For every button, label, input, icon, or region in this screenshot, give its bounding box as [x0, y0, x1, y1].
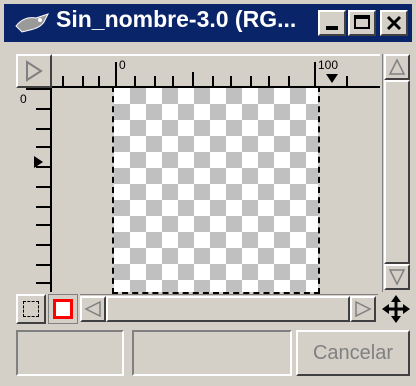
- scroll-up-button[interactable]: [384, 54, 410, 80]
- minimize-icon: [326, 26, 338, 30]
- ruler-tick: [288, 76, 290, 86]
- arrow-up-icon: [388, 58, 406, 75]
- ruler-tick: [98, 76, 100, 86]
- quickmask-on-icon: [53, 299, 73, 319]
- scroll-left-button[interactable]: [80, 296, 106, 322]
- horizontal-scrollbar[interactable]: [80, 294, 378, 322]
- minimize-button[interactable]: [318, 10, 346, 36]
- ruler-tick: [36, 186, 50, 188]
- navigate-move-icon[interactable]: [381, 294, 411, 324]
- ruler-tick: [36, 282, 50, 284]
- ruler-tick: [36, 146, 50, 148]
- arrow-right-icon: [355, 300, 372, 318]
- quickmask-off-icon: [23, 301, 39, 317]
- ruler-tick: [36, 206, 50, 208]
- ruler-tick: [346, 76, 348, 86]
- ruler-position-marker-icon: [326, 74, 338, 83]
- layer-boundary: [112, 86, 320, 294]
- ruler-tick: [230, 76, 232, 86]
- maximize-icon: [354, 15, 370, 29]
- vertical-scrollbar[interactable]: [382, 54, 410, 292]
- ruler-tick: [212, 76, 214, 86]
- quickmask-on-button[interactable]: [48, 294, 78, 324]
- window-title: Sin_nombre-3.0 (RG...: [56, 6, 297, 32]
- scroll-thumb-horizontal[interactable]: [106, 296, 350, 322]
- scroll-down-button[interactable]: [384, 264, 410, 290]
- arrow-down-icon: [388, 269, 406, 286]
- vertical-ruler[interactable]: 0: [16, 88, 52, 292]
- close-button[interactable]: [380, 10, 408, 36]
- vruler-label-0: 0: [20, 92, 27, 106]
- ruler-tick: [172, 76, 174, 86]
- ruler-tick: [82, 76, 84, 86]
- ruler-tick: [250, 76, 252, 86]
- ruler-tick: [36, 128, 50, 130]
- ruler-tick: [36, 264, 50, 266]
- quickmask-off-button[interactable]: [16, 294, 46, 324]
- ruler-tick: [36, 108, 50, 110]
- cancel-button[interactable]: Cancelar: [296, 330, 410, 376]
- ruler-tick: [36, 224, 50, 226]
- ruler-label-100: 100: [318, 58, 339, 72]
- horizontal-ruler[interactable]: 0 100: [52, 54, 380, 88]
- ruler-tick: [36, 244, 50, 246]
- ruler-tick: [62, 76, 64, 86]
- ruler-tick: [134, 76, 136, 86]
- arrow-left-icon: [84, 300, 101, 318]
- maximize-button[interactable]: [348, 10, 376, 36]
- close-icon: [386, 15, 402, 31]
- ruler-tick: [268, 76, 270, 86]
- ruler-tick: [154, 76, 156, 86]
- ruler-tick: [36, 166, 50, 168]
- ruler-tick: [26, 88, 50, 90]
- scroll-thumb-vertical[interactable]: [384, 80, 410, 264]
- ruler-tick: [115, 62, 117, 86]
- ruler-corner-menu-button[interactable]: [16, 54, 52, 88]
- triangle-right-icon: [26, 60, 43, 82]
- ruler-label-0: 0: [119, 58, 126, 72]
- ruler-tick: [314, 62, 316, 86]
- scroll-right-button[interactable]: [350, 296, 376, 322]
- status-field-coordinates: [16, 330, 124, 376]
- status-field-message: [132, 330, 292, 376]
- ruler-tick: [192, 72, 194, 86]
- app-icon[interactable]: [14, 12, 52, 34]
